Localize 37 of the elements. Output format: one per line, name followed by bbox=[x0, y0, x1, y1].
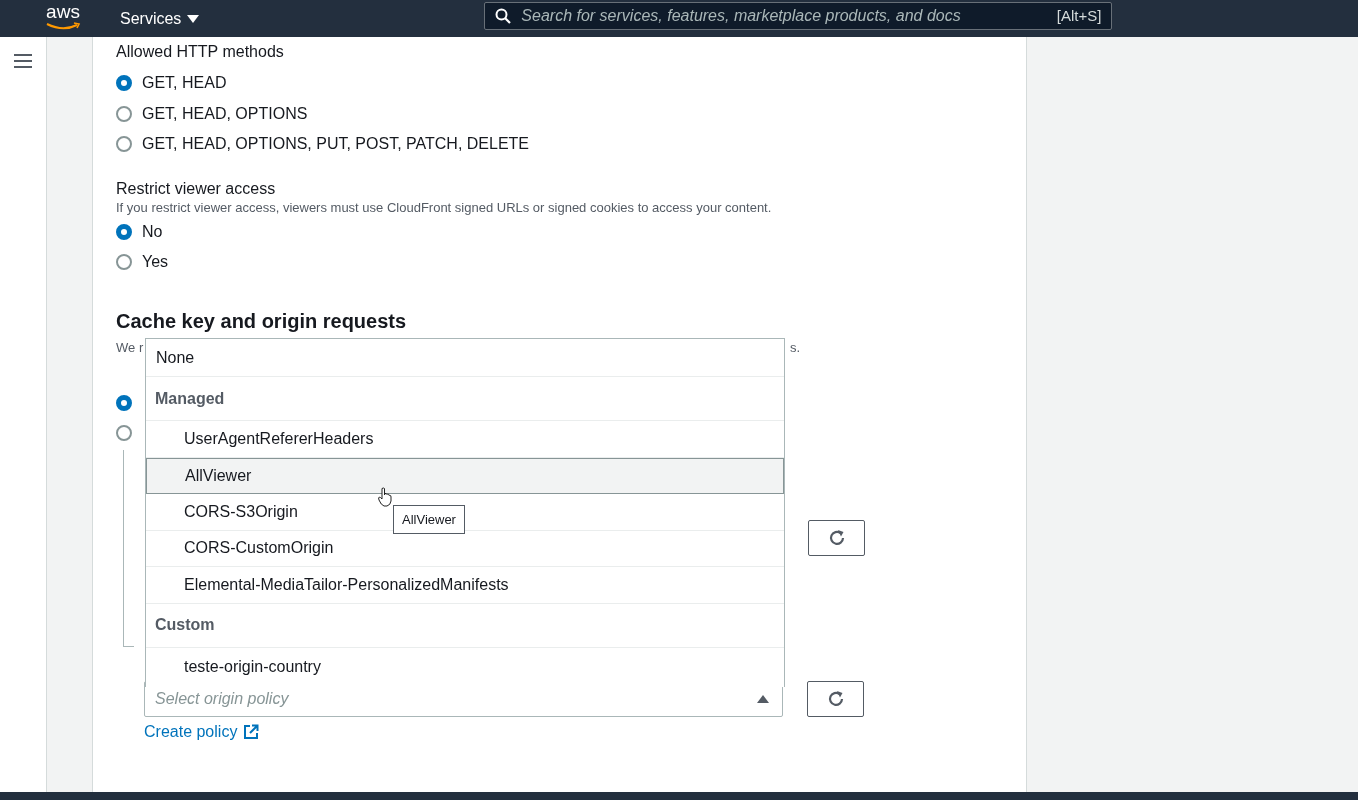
description-fragment: We r bbox=[116, 338, 144, 357]
refresh-button[interactable] bbox=[808, 519, 865, 556]
radio-button[interactable] bbox=[116, 75, 132, 92]
group-header: Custom bbox=[146, 603, 784, 648]
aws-logo[interactable]: aws bbox=[42, 1, 84, 36]
external-link-icon bbox=[243, 723, 260, 740]
field-label: Restrict viewer access bbox=[116, 179, 277, 198]
radio-button[interactable] bbox=[116, 424, 132, 441]
refresh-button[interactable] bbox=[807, 680, 864, 717]
group-header: Managed bbox=[146, 377, 784, 421]
search-icon bbox=[495, 7, 512, 24]
radio-button[interactable] bbox=[116, 105, 132, 122]
radio-label[interactable]: GET, HEAD, OPTIONS, PUT, POST, PATCH, DELETE bbox=[142, 135, 530, 154]
radio-label[interactable]: GET, HEAD bbox=[142, 74, 227, 93]
dropdown-option[interactable]: UserAgentRefererHeaders bbox=[146, 421, 784, 458]
description-fragment: s. bbox=[789, 338, 800, 357]
dropdown-option[interactable]: AllViewer bbox=[146, 457, 784, 494]
radio-button[interactable] bbox=[116, 223, 132, 240]
tooltip: AllViewer bbox=[393, 505, 465, 534]
search-field[interactable]: Search for services, features, marketplace products, and docs [Alt+S] bbox=[484, 1, 1113, 30]
caret-icon bbox=[187, 14, 200, 23]
radio-label[interactable]: Yes bbox=[142, 253, 169, 272]
menu-icon[interactable] bbox=[14, 54, 32, 68]
create-policy-link[interactable]: Create policy bbox=[144, 722, 260, 741]
services-menu[interactable]: Services bbox=[120, 7, 200, 30]
section-heading: Cache key and origin requests bbox=[116, 308, 408, 334]
field-description: If you restrict viewer access, viewers must use CloudFront signed URLs or signed cookies to access your content. bbox=[116, 198, 773, 217]
radio-button[interactable] bbox=[116, 254, 132, 271]
shortcut-hint: [Alt+S] bbox=[1056, 7, 1102, 24]
radio-label[interactable]: GET, HEAD, OPTIONS bbox=[142, 104, 308, 123]
radio-label[interactable]: No bbox=[142, 222, 163, 241]
hand-cursor-icon bbox=[378, 487, 392, 507]
dropdown-option[interactable]: None bbox=[146, 339, 784, 377]
field-label: Allowed HTTP methods bbox=[116, 43, 285, 61]
radio-button[interactable] bbox=[116, 394, 132, 411]
dropdown-option[interactable]: Elemental-MediaTailor-PersonalizedManifests bbox=[146, 567, 784, 604]
radio-button[interactable] bbox=[116, 136, 132, 153]
